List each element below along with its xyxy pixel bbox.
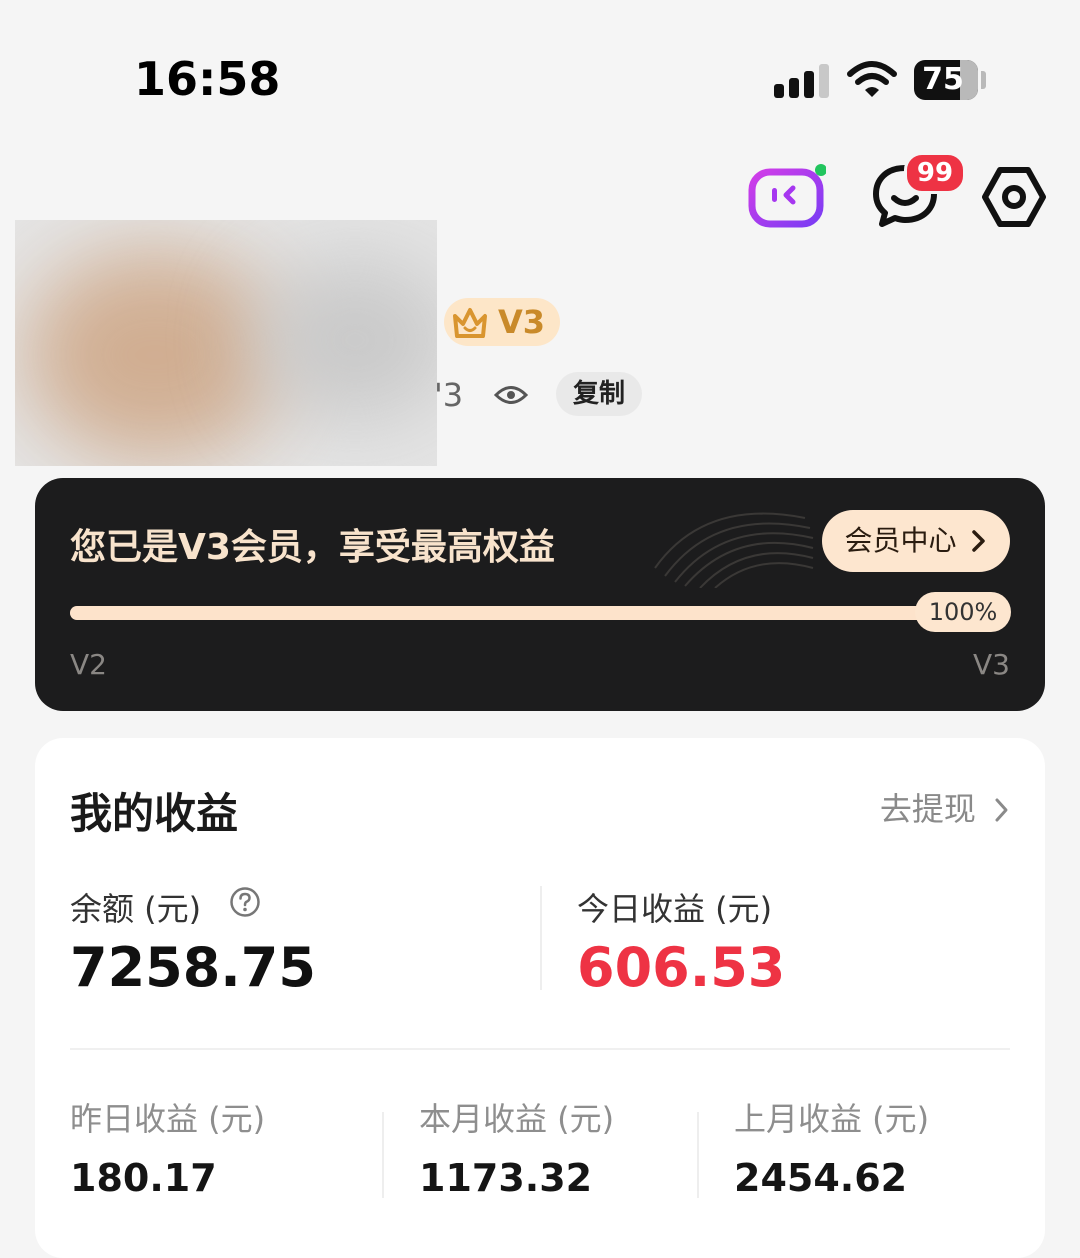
withdraw-label: 去提现 xyxy=(879,790,976,828)
balance-label: 余额 (元) xyxy=(70,890,202,928)
month-earnings-label: 本月收益 (元) xyxy=(419,1100,615,1138)
divider-horizontal xyxy=(70,1048,1010,1050)
level-progress-fill xyxy=(70,606,1010,620)
chevron-right-icon xyxy=(972,530,986,552)
withdraw-link[interactable]: 去提现 xyxy=(880,784,1010,830)
status-time: 16:58 xyxy=(134,52,281,106)
level-from: V2 xyxy=(70,648,107,681)
earnings-card: 我的收益 去提现 余额 (元) 7258.75 今日收益 (元) 606.53 … xyxy=(35,738,1045,1258)
yesterday-earnings-label: 昨日收益 (元) xyxy=(70,1100,266,1138)
battery-cap xyxy=(981,71,986,89)
today-earnings-label: 今日收益 (元) xyxy=(577,890,773,928)
vip-level-text: V3 xyxy=(498,303,546,341)
vip-level-tag[interactable]: V3 xyxy=(444,298,560,346)
battery-level: 75 xyxy=(922,62,964,97)
last-month-earnings-label: 上月收益 (元) xyxy=(734,1100,930,1138)
level-to: V3 xyxy=(973,648,1010,681)
divider-vertical xyxy=(540,886,542,990)
settings-icon[interactable] xyxy=(980,164,1048,230)
earnings-title: 我的收益 xyxy=(70,789,239,838)
last-month-earnings-value: 2454.62 xyxy=(734,1156,908,1200)
blurred-profile-area xyxy=(15,220,437,466)
signal-icon xyxy=(774,62,830,98)
today-earnings-value: 606.53 xyxy=(577,936,786,999)
wifi-icon xyxy=(847,61,897,97)
level-progress-track xyxy=(70,606,1010,620)
yesterday-earnings-value: 180.17 xyxy=(70,1156,217,1200)
balance-value: 7258.75 xyxy=(70,936,316,999)
divider-vertical xyxy=(382,1112,384,1198)
eye-icon[interactable] xyxy=(494,382,528,408)
user-id-partial: '3 xyxy=(434,376,464,414)
member-card: 您已是V3会员，享受最高权益 会员中心 100% V2 V3 xyxy=(35,478,1045,711)
message-badge: 99 xyxy=(904,152,966,194)
member-center-button[interactable]: 会员中心 xyxy=(822,510,1010,572)
crown-icon xyxy=(453,308,487,338)
chevron-right-icon xyxy=(995,798,1008,822)
help-icon[interactable] xyxy=(229,886,261,918)
month-earnings-value: 1173.32 xyxy=(419,1156,593,1200)
level-progress-label: 100% xyxy=(915,592,1011,632)
tv-icon[interactable] xyxy=(748,162,826,228)
divider-vertical xyxy=(697,1112,699,1198)
member-center-label: 会员中心 xyxy=(844,524,957,557)
card-wave-decoration xyxy=(654,512,814,588)
copy-button[interactable]: 复制 xyxy=(556,372,642,416)
battery-icon: 75 xyxy=(914,60,978,100)
member-status-text: 您已是V3会员，享受最高权益 xyxy=(70,527,555,568)
